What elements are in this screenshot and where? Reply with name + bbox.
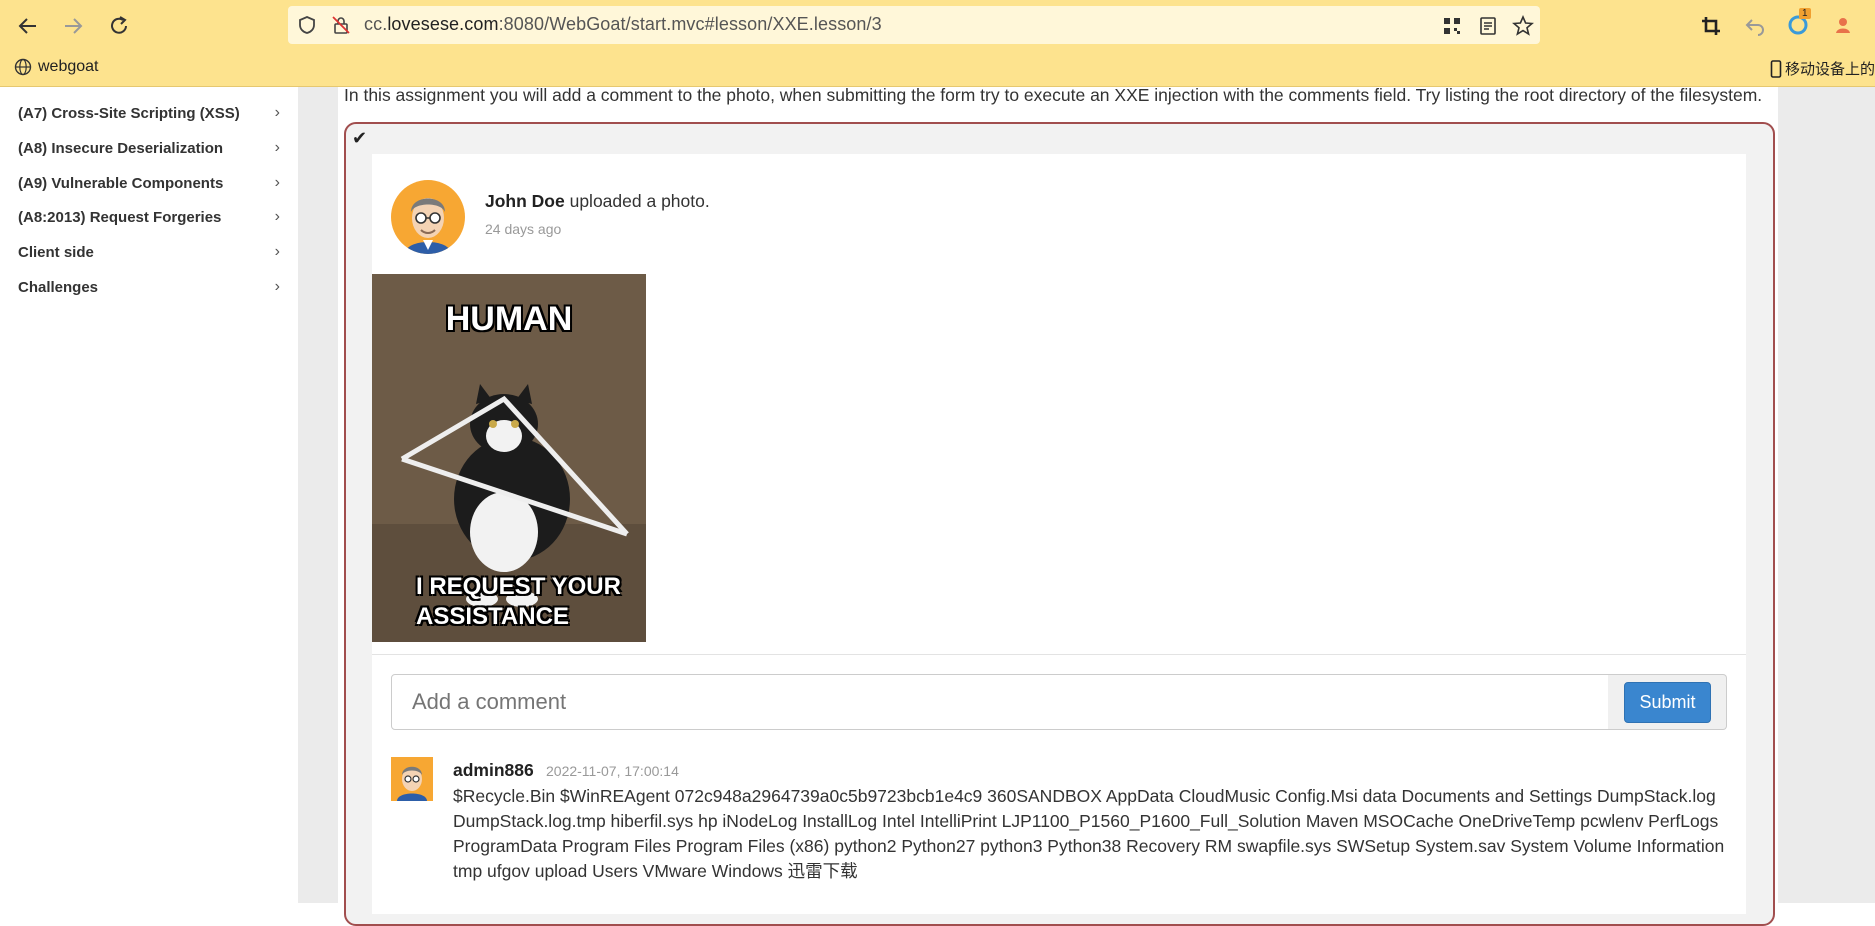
sidebar-item-label: (A8:2013) Request Forgeries <box>18 208 222 226</box>
comment-username: admin886 <box>453 760 534 780</box>
check-icon: ✔ <box>352 128 368 148</box>
user-avatar-icon <box>397 766 427 801</box>
submit-button[interactable]: Submit <box>1624 682 1711 723</box>
url-domain: lovesese.com <box>387 14 499 34</box>
sidebar-item-label: (A9) Vulnerable Components <box>18 174 224 192</box>
bookmarks-bar <box>0 52 1875 87</box>
undo-icon[interactable] <box>1744 15 1766 37</box>
post-header: John Doe uploaded a photo. <box>485 191 710 212</box>
mobile-device-icon <box>1770 59 1782 78</box>
chevron-right-icon: › <box>274 139 280 156</box>
photo-caption-bottom: I REQUEST YOUR ASSISTANCE <box>416 572 621 632</box>
sidebar-item-xss[interactable]: (A7) Cross-Site Scripting (XSS) › <box>18 98 280 128</box>
url-path: :8080/WebGoat/start.mvc#lesson/XXE.lesso… <box>498 14 882 34</box>
chevron-right-icon: › <box>274 208 280 225</box>
mobile-bookmarks[interactable]: 移动设备上的 <box>1770 58 1875 79</box>
avatar <box>391 757 433 801</box>
sidebar-item-label: (A8) Insecure Deserialization <box>18 139 224 157</box>
sidebar-item-vulnerable-components[interactable]: (A9) Vulnerable Components › <box>18 168 280 198</box>
caption-line: I REQUEST YOUR <box>416 573 621 600</box>
caption-line: ASSISTANCE <box>416 603 569 630</box>
insecure-lock-icon[interactable] <box>331 15 351 35</box>
extension-icon[interactable] <box>1832 14 1854 36</box>
forward-arrow-icon <box>65 18 83 34</box>
sidebar-item-deserialization[interactable]: (A8) Insecure Deserialization › <box>18 133 280 163</box>
photo-caption-top: HUMAN <box>445 300 573 338</box>
comment-input[interactable] <box>391 674 1609 730</box>
chevron-right-icon: › <box>274 278 280 295</box>
forward-button[interactable] <box>57 11 89 41</box>
assignment-intro: In this assignment you will add a commen… <box>344 85 1763 105</box>
chevron-right-icon: › <box>274 174 280 191</box>
post-author[interactable]: John Doe <box>485 191 565 211</box>
chevron-right-icon: › <box>274 243 280 260</box>
comment-text: $Recycle.Bin $WinREAgent 072c948a2964739… <box>453 786 1725 881</box>
reader-view-icon[interactable] <box>1478 16 1498 36</box>
browser-toolbar: cc.lovesese.com:8080/WebGoat/start.mvc#l… <box>0 0 1875 52</box>
globe-icon <box>14 58 32 76</box>
bookmark-star-icon[interactable] <box>1512 15 1534 37</box>
bookmark-webgoat[interactable]: webgoat <box>14 58 99 76</box>
comment-timestamp: 2022-11-07, 17:00:14 <box>546 763 679 779</box>
sidebar-item-client-side[interactable]: Client side › <box>18 237 280 267</box>
sync-extension-button[interactable]: 1 <box>1786 8 1811 36</box>
url-prefix: cc. <box>364 14 388 34</box>
avatar <box>391 180 465 254</box>
sidebar-item-challenges[interactable]: Challenges › <box>18 272 280 302</box>
lesson-sidebar: (A7) Cross-Site Scripting (XSS) › (A8) In… <box>0 87 298 903</box>
bookmark-label: webgoat <box>38 58 99 75</box>
sidebar-item-label: Challenges <box>18 278 99 296</box>
chevron-right-icon: › <box>274 104 280 121</box>
qr-code-icon[interactable] <box>1442 16 1462 36</box>
divider <box>372 654 1746 655</box>
back-button[interactable] <box>12 11 44 41</box>
reload-button[interactable] <box>103 11 135 41</box>
shield-icon[interactable] <box>297 15 317 35</box>
reload-icon <box>111 16 127 34</box>
sidebar-item-label: (A7) Cross-Site Scripting (XSS) <box>18 104 240 122</box>
crop-icon[interactable] <box>1700 15 1722 37</box>
user-avatar-icon <box>405 198 451 254</box>
notification-badge: 1 <box>1799 8 1811 19</box>
sidebar-item-label: Client side <box>18 243 94 261</box>
post-timestamp: 24 days ago <box>485 221 562 237</box>
back-arrow-icon <box>18 18 36 34</box>
sidebar-item-request-forgeries[interactable]: (A8:2013) Request Forgeries › <box>18 202 280 232</box>
post-action: uploaded a photo. <box>564 191 710 211</box>
post-photo: HUMAN I REQUEST YOUR ASSISTANCE <box>372 274 646 642</box>
mobile-bookmarks-label: 移动设备上的 <box>1784 61 1875 78</box>
url-text[interactable]: cc.lovesese.com:8080/WebGoat/start.mvc#l… <box>364 14 882 35</box>
